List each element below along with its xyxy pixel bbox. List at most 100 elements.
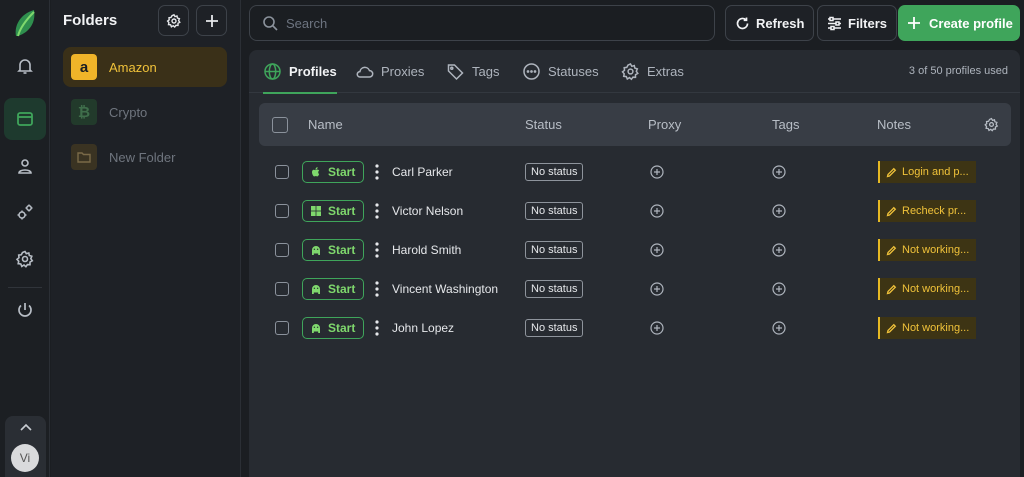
folder-item-new-folder[interactable]: New Folder	[63, 137, 227, 177]
folder-settings-button[interactable]	[158, 5, 189, 36]
tab-label: Proxies	[381, 64, 425, 79]
tab-label: Extras	[647, 64, 684, 79]
start-label: Start	[328, 165, 356, 179]
note-text: Not working...	[902, 283, 970, 295]
bitcoin-icon: ₿	[71, 99, 97, 125]
table-row[interactable]: Start Victor Nelson No status Recheck pr...	[259, 191, 1011, 230]
add-proxy-icon[interactable]	[650, 282, 664, 296]
add-tag-icon[interactable]	[772, 165, 786, 179]
note-badge[interactable]: Not working...	[878, 317, 976, 339]
row-checkbox[interactable]	[275, 321, 289, 335]
folders-panel: Folders a Amazon ₿ Crypto New Folder	[51, 0, 241, 477]
tab-profiles[interactable]: Profiles	[263, 50, 337, 94]
row-checkbox[interactable]	[275, 165, 289, 179]
avatar[interactable]: Vi	[11, 444, 39, 472]
tab-label: Tags	[472, 64, 500, 79]
column-proxy[interactable]: Proxy	[648, 117, 681, 132]
refresh-button[interactable]: Refresh	[725, 5, 815, 41]
create-profile-label: Create profile	[929, 15, 1013, 31]
profile-name[interactable]: John Lopez	[392, 321, 454, 335]
column-notes[interactable]: Notes	[877, 117, 911, 132]
start-label: Start	[328, 321, 356, 335]
bell-icon[interactable]	[4, 45, 46, 87]
status-badge[interactable]: No status	[525, 319, 584, 337]
browser-window-icon[interactable]	[4, 98, 46, 140]
more-options-icon[interactable]	[372, 162, 382, 182]
start-label: Start	[328, 282, 356, 296]
row-checkbox[interactable]	[275, 204, 289, 218]
column-status[interactable]: Status	[525, 117, 562, 132]
column-name[interactable]: Name	[308, 117, 343, 132]
tab-bar: Profiles Proxies Tags Statuses Extras 3 …	[249, 50, 1020, 94]
tab-proxies[interactable]: Proxies	[355, 50, 424, 93]
folder-item-amazon[interactable]: a Amazon	[63, 47, 227, 87]
note-badge[interactable]: Not working...	[878, 278, 976, 300]
status-badge[interactable]: No status	[525, 202, 584, 220]
table-row[interactable]: Start John Lopez No status Not working...	[259, 308, 1011, 347]
folder-item-crypto[interactable]: ₿ Crypto	[63, 92, 227, 132]
pencil-icon	[886, 167, 897, 178]
table-row[interactable]: Start Vincent Washington No status Not work…	[259, 269, 1011, 308]
status-badge[interactable]: No status	[525, 163, 584, 181]
tag-icon	[447, 64, 464, 81]
create-profile-button[interactable]: Create profile	[898, 5, 1020, 41]
start-button[interactable]: Start	[302, 278, 364, 300]
start-label: Start	[328, 204, 356, 218]
note-badge[interactable]: Not working...	[878, 239, 976, 261]
globe-icon	[264, 63, 281, 80]
more-options-icon[interactable]	[372, 318, 382, 338]
start-button[interactable]: Start	[302, 200, 364, 222]
more-options-icon[interactable]	[372, 279, 382, 299]
row-checkbox[interactable]	[275, 243, 289, 257]
add-proxy-icon[interactable]	[650, 165, 664, 179]
chevron-up-icon[interactable]	[18, 420, 34, 434]
app-logo[interactable]	[12, 8, 38, 38]
refresh-label: Refresh	[756, 15, 805, 31]
column-settings-icon[interactable]	[984, 117, 999, 132]
note-badge[interactable]: Recheck pr...	[878, 200, 976, 222]
add-tag-icon[interactable]	[772, 204, 786, 218]
profile-name[interactable]: Carl Parker	[392, 165, 453, 179]
start-button[interactable]: Start	[302, 317, 364, 339]
add-tag-icon[interactable]	[772, 321, 786, 335]
more-options-icon[interactable]	[372, 240, 382, 260]
note-badge[interactable]: Login and p...	[878, 161, 976, 183]
search-icon	[263, 16, 278, 31]
filters-button[interactable]: Filters	[817, 5, 898, 41]
search-box[interactable]	[249, 5, 715, 41]
add-proxy-icon[interactable]	[650, 243, 664, 257]
status-badge[interactable]: No status	[525, 280, 584, 298]
tab-extras[interactable]: Extras	[621, 50, 684, 93]
add-folder-button[interactable]	[196, 5, 227, 36]
tab-label: Profiles	[289, 64, 337, 79]
power-icon[interactable]	[4, 289, 46, 331]
start-button[interactable]: Start	[302, 239, 364, 261]
tab-tags[interactable]: Tags	[446, 50, 499, 93]
column-tags[interactable]: Tags	[772, 117, 799, 132]
android-icon	[310, 322, 322, 334]
table-row[interactable]: Start Carl Parker No status Login and p...	[259, 152, 1011, 191]
profile-name[interactable]: Harold Smith	[392, 243, 461, 257]
filters-label: Filters	[848, 15, 888, 31]
tab-statuses[interactable]: Statuses	[522, 50, 599, 93]
row-checkbox[interactable]	[275, 282, 289, 296]
settings-icon[interactable]	[4, 238, 46, 280]
profile-name[interactable]: Vincent Washington	[392, 282, 498, 296]
folder-label: Crypto	[109, 104, 148, 120]
more-options-icon[interactable]	[372, 201, 382, 221]
add-proxy-icon[interactable]	[650, 321, 664, 335]
user-icon[interactable]	[4, 145, 46, 187]
add-proxy-icon[interactable]	[650, 204, 664, 218]
search-input[interactable]	[286, 6, 706, 40]
table-row[interactable]: Start Harold Smith No status Not working...	[259, 230, 1011, 269]
pencil-icon	[886, 245, 897, 256]
gears-icon[interactable]	[4, 191, 46, 233]
start-button[interactable]: Start	[302, 161, 364, 183]
status-badge[interactable]: No status	[525, 241, 584, 259]
folder-label: New Folder	[109, 149, 176, 165]
add-tag-icon[interactable]	[772, 243, 786, 257]
profile-name[interactable]: Victor Nelson	[392, 204, 463, 218]
add-tag-icon[interactable]	[772, 282, 786, 296]
select-all-checkbox[interactable]	[272, 117, 288, 133]
user-menu[interactable]: Vi	[5, 416, 46, 477]
